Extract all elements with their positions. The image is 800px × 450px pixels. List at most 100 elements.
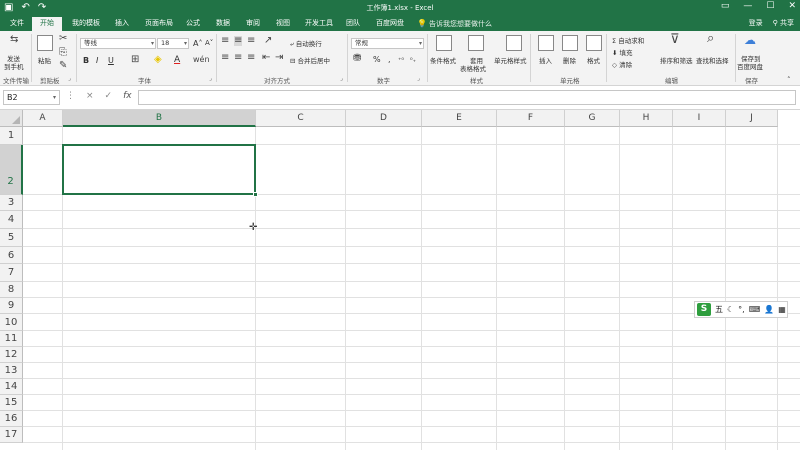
row-header-13[interactable]: 13 [0,363,23,379]
paste-button[interactable]: 粘贴 [38,55,51,65]
select-all-button[interactable] [0,110,23,127]
minimize-icon[interactable]: — [743,1,752,11]
cut-icon[interactable]: ✂ [59,34,67,44]
delete-cells-button[interactable]: 删除 [563,55,576,65]
ribbon-display-icon[interactable]: ▭ [721,1,730,11]
sort-filter-button[interactable]: 排序和筛选 [660,55,693,65]
underline-button[interactable]: U [108,56,114,65]
row-header-14[interactable]: 14 [0,379,23,395]
tab-view[interactable]: 视图 [272,18,294,29]
conditional-format-icon[interactable] [436,35,452,51]
column-header-e[interactable]: E [422,110,497,127]
autosum-button[interactable]: Σ 自动求和 [612,35,644,45]
borders-icon[interactable]: ⊞ [131,55,139,65]
italic-button[interactable]: I [96,56,98,65]
tab-file[interactable]: 文件 [6,18,28,29]
close-icon[interactable]: ✕ [788,1,796,11]
cell-styles-icon[interactable] [506,35,522,51]
font-size-select[interactable]: 18 ▾ [157,38,189,49]
format-painter-icon[interactable]: ✎ [59,61,67,71]
number-launcher-icon[interactable]: ⌟ [417,75,420,82]
enter-icon[interactable]: ✓ [105,91,113,101]
baidu-netdisk-icon[interactable]: ☁ [744,34,756,46]
collapse-ribbon-icon[interactable]: ˄ [787,75,791,85]
align-middle-icon[interactable]: ≡ [234,36,243,46]
format-cells-button[interactable]: 格式 [587,55,600,65]
ime-keyboard-icon[interactable]: ⌨ [749,305,761,314]
column-header-h[interactable]: H [620,110,673,127]
font-launcher-icon[interactable]: ⌟ [209,75,212,82]
merge-center-button[interactable]: ⊟ 合并后居中 [290,55,330,65]
find-select-icon[interactable]: ⌕ [707,32,714,45]
paste-icon[interactable] [37,35,53,51]
row-header-10[interactable]: 10 [0,314,23,331]
find-select-button[interactable]: 查找和选择 [696,55,729,65]
row-header-6[interactable]: 6 [0,247,23,264]
tell-me-search[interactable]: 💡 告诉我您想要做什么 [417,19,492,29]
row-header-11[interactable]: 11 [0,331,23,347]
sogou-logo-icon[interactable]: S [697,303,711,316]
insert-function-icon[interactable]: fx [123,91,132,101]
tab-insert[interactable]: 插入 [111,18,133,29]
shrink-font-icon[interactable]: A˅ [205,39,213,47]
row-header-17[interactable]: 17 [0,427,23,443]
align-bottom-icon[interactable]: ≡ [247,36,255,46]
orientation-icon[interactable]: ↗ [264,36,272,46]
insert-cells-button[interactable]: 插入 [539,55,552,65]
tab-my-templates[interactable]: 我的模板 [68,18,104,29]
row-header-8[interactable]: 8 [0,282,23,298]
ime-moon-icon[interactable]: ☾ [727,305,734,314]
share-button[interactable]: ⚲ 共享 [773,18,794,28]
fill-button[interactable]: ⬇ 填充 [612,47,633,57]
worksheet-grid[interactable]: A B C D E F G H I J 1 2 3 4 5 6 7 8 9 10 11 12 13 14 15 16 17 ✛ [0,110,800,450]
align-right-icon[interactable]: ≡ [247,53,255,63]
decrease-decimal-icon[interactable]: ⁰₊ [410,56,416,64]
delete-cells-icon[interactable] [562,35,578,51]
formula-input[interactable] [138,90,796,105]
active-cell[interactable] [62,144,256,195]
row-header-15[interactable]: 15 [0,395,23,411]
column-header-f[interactable]: F [497,110,565,127]
ime-punctuation-icon[interactable]: °, [738,305,745,314]
format-cells-icon[interactable] [586,35,602,51]
tab-home[interactable]: 开始 [32,17,62,31]
column-header-b[interactable]: B [63,110,256,127]
row-header-3[interactable]: 3 [0,195,23,211]
row-header-7[interactable]: 7 [0,264,23,282]
column-header-j[interactable]: J [726,110,778,127]
grow-font-icon[interactable]: A˄ [193,39,202,48]
align-center-icon[interactable]: ≡ [234,53,242,63]
row-header-9[interactable]: 9 [0,298,23,314]
row-header-12[interactable]: 12 [0,347,23,363]
tab-page-layout[interactable]: 页面布局 [141,18,177,29]
row-header-16[interactable]: 16 [0,411,23,427]
ime-toolbox-icon[interactable]: ▦ [778,305,786,314]
name-box[interactable]: B2 ▾ [3,90,60,105]
cancel-icon[interactable]: × [86,91,94,101]
fill-handle[interactable] [253,192,258,197]
tab-baidu-netdisk[interactable]: 百度网盘 [372,18,408,29]
ime-toolbar[interactable]: S 五 ☾ °, ⌨ 👤 ▦ [694,301,788,318]
tab-data[interactable]: 数据 [212,18,234,29]
ime-user-icon[interactable]: 👤 [764,305,774,314]
increase-indent-icon[interactable]: ⇥ [275,53,283,63]
decrease-indent-icon[interactable]: ⇤ [262,53,270,63]
clear-button[interactable]: ◇ 清除 [612,59,632,69]
bold-button[interactable]: B [83,56,89,65]
comma-style-button[interactable]: , [388,55,391,64]
tab-team[interactable]: 团队 [342,18,364,29]
row-header-5[interactable]: 5 [0,229,23,247]
clipboard-launcher-icon[interactable]: ⌟ [68,75,71,82]
save-to-label-2[interactable]: 百度网盘 [737,61,763,71]
column-header-a[interactable]: A [23,110,63,127]
increase-decimal-icon[interactable]: ⁺⁰ [398,56,404,64]
tab-developer[interactable]: 开发工具 [301,18,337,29]
format-as-table-line2[interactable]: 表格格式 [460,63,486,73]
sign-in-link[interactable]: 登录 [749,18,763,28]
copy-icon[interactable]: ⎘ [59,48,67,58]
column-header-d[interactable]: D [346,110,422,127]
format-as-table-icon[interactable] [468,35,484,51]
percent-style-button[interactable]: % [373,55,381,64]
column-header-i[interactable]: I [673,110,726,127]
tab-formulas[interactable]: 公式 [182,18,204,29]
